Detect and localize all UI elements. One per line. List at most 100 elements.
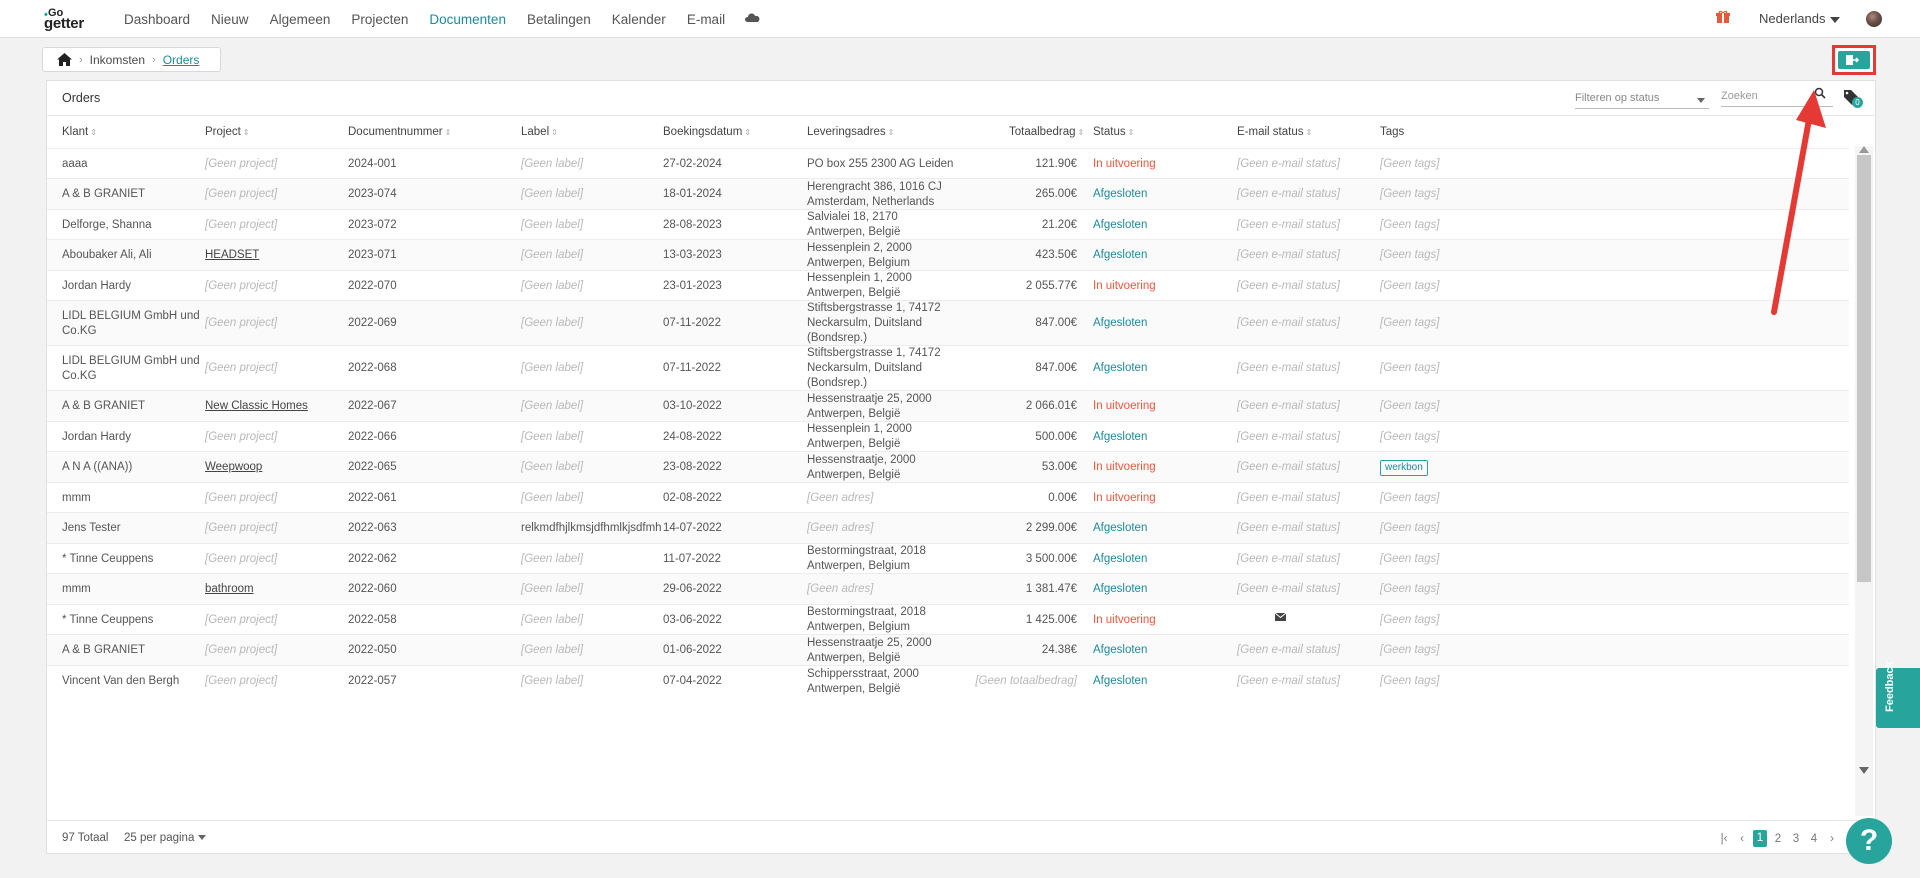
breadcrumb-orders[interactable]: Orders (163, 53, 200, 67)
cell-email-status: [Geen e-mail status] (1237, 317, 1340, 329)
cell-project: [Geen project] (205, 492, 278, 504)
sort-icon[interactable]: ⇕ (744, 128, 751, 137)
table-row[interactable]: A & B GRANIET [Geen project] 2022-050 [Geen… (47, 634, 1849, 665)
gogetter-logo[interactable]: • Go getter (44, 7, 100, 32)
nav-kalender[interactable]: Kalender (612, 12, 666, 27)
page-1[interactable]: 1 (1753, 830, 1767, 847)
avatar[interactable] (1866, 11, 1882, 27)
table-row[interactable]: LIDL BELGIUM GmbH und Co.KG [Geen project]… (47, 300, 1849, 345)
cell-project[interactable]: New Classic Homes (205, 399, 308, 414)
table-row[interactable]: aaaa [Geen project] 2024-001 [Geen label] 27… (47, 148, 1849, 178)
cell-project[interactable]: bathroom (205, 582, 254, 597)
table-row[interactable]: Vincent Van den Bergh [Geen project] 2022-… (47, 665, 1849, 696)
column-header-leveringsadres[interactable]: Leveringsadres ⇕ (807, 126, 894, 138)
cell-leveringsadres: Hessenstraatje, 2000 Antwerpen, België (807, 453, 916, 483)
feedback-tab[interactable]: Feedback (1876, 661, 1920, 728)
next-page-icon[interactable]: › (1825, 833, 1839, 845)
column-header-boekingsdatum[interactable]: Boekingsdatum ⇕ (663, 126, 751, 138)
page-4[interactable]: 4 (1807, 833, 1821, 845)
address-line: Antwerpen, Belgium (807, 257, 910, 269)
table-row[interactable]: * Tinne Ceuppens [Geen project] 2022-062 [G… (47, 543, 1849, 573)
page-2[interactable]: 2 (1771, 833, 1785, 845)
column-header-project[interactable]: Project ⇕ (205, 126, 250, 138)
table-row[interactable]: Aboubaker Ali, Ali HEADSET 2023-071 [Geen l… (47, 239, 1849, 270)
gift-icon[interactable] (1716, 10, 1730, 24)
table-row[interactable]: A N A ((ANA)) Weepwoop 2022-065 [Geen label… (47, 451, 1849, 482)
export-button[interactable] (1832, 45, 1876, 75)
cell-klant-line: Co.KG (62, 325, 97, 337)
breadcrumb-inkomsten[interactable]: Inkomsten (90, 53, 145, 67)
cell-leveringsadres: Hessenstraatje 25, 2000 Antwerpen, België (807, 636, 932, 666)
table-row[interactable]: A & B GRANIET New Classic Homes 2022-067 [G… (47, 390, 1849, 421)
scroll-down-icon[interactable] (1859, 767, 1869, 774)
sort-icon[interactable]: ⇕ (90, 128, 97, 137)
cell-label: [Geen label] (521, 675, 584, 687)
page-3[interactable]: 3 (1789, 833, 1803, 845)
sort-icon[interactable]: ⇕ (1305, 128, 1312, 137)
column-header-e-mail-status[interactable]: E-mail status ⇕ (1237, 126, 1312, 138)
cell-project[interactable]: HEADSET (205, 248, 259, 263)
cloud-icon[interactable] (744, 11, 762, 23)
per-page-select[interactable]: 25 per pagina (124, 832, 207, 844)
help-button[interactable]: ? (1846, 818, 1892, 864)
column-header-status[interactable]: Status ⇕ (1093, 126, 1134, 138)
table-row[interactable]: * Tinne Ceuppens [Geen project] 2022-058 [G… (47, 604, 1849, 634)
first-page-icon[interactable]: |‹ (1717, 833, 1731, 845)
nav-documenten[interactable]: Documenten (429, 12, 506, 27)
sort-icon[interactable]: ⇕ (888, 128, 895, 137)
table-row[interactable]: mmm bathroom 2022-060 [Geen label] 29-06-202… (47, 573, 1849, 604)
address-line: Hessenplein 1, 2000 (807, 272, 912, 284)
column-header-klant[interactable]: Klant ⇕ (62, 126, 97, 138)
table-row[interactable]: Jordan Hardy [Geen project] 2022-066 [Geen … (47, 421, 1849, 451)
mail-icon[interactable] (1275, 613, 1286, 621)
cell-boekingsdatum: 02-08-2022 (663, 492, 722, 504)
cell-leveringsadres: Hessenplein 2, 2000 Antwerpen, Belgium (807, 241, 912, 271)
cell-boekingsdatum: 23-01-2023 (663, 280, 722, 292)
table-row[interactable]: Jordan Hardy [Geen project] 2022-070 [Geen … (47, 270, 1849, 300)
cell-status: In uitvoering (1093, 158, 1156, 170)
nav-e-mail[interactable]: E-mail (687, 12, 725, 27)
nav-betalingen[interactable]: Betalingen (527, 12, 591, 27)
address-line: Antwerpen, België (807, 287, 901, 299)
home-icon[interactable] (57, 53, 72, 66)
language-selector[interactable]: Nederlands (1759, 11, 1840, 26)
address-line: Hessenplein 2, 2000 (807, 242, 912, 254)
nav-nieuw[interactable]: Nieuw (211, 12, 249, 27)
column-header-tags[interactable]: Tags (1380, 126, 1404, 138)
table-row[interactable]: Delforge, Shanna [Geen project] 2023-072 [G… (47, 209, 1849, 239)
nav-algemeen[interactable]: Algemeen (270, 12, 331, 27)
sort-icon[interactable]: ⇕ (1078, 128, 1085, 137)
column-header-documentnummer[interactable]: Documentnummer ⇕ (348, 126, 451, 138)
cell-label: [Geen label] (521, 280, 584, 292)
cell-project[interactable]: Weepwoop (205, 460, 262, 475)
sort-icon[interactable]: ⇕ (1128, 128, 1135, 137)
cell-label: [Geen label] (521, 362, 584, 374)
nav-dashboard[interactable]: Dashboard (124, 12, 190, 27)
scroll-up-icon[interactable] (1859, 146, 1869, 153)
cell-tags: [Geen tags] (1380, 644, 1440, 656)
table-row[interactable]: A & B GRANIET [Geen project] 2023-074 [Geen… (47, 178, 1849, 209)
table-row[interactable]: LIDL BELGIUM GmbH und Co.KG [Geen project]… (47, 345, 1849, 390)
address-line: Antwerpen, België (807, 438, 901, 450)
prev-page-icon[interactable]: ‹ (1735, 833, 1749, 845)
sort-icon[interactable]: ⇕ (243, 128, 250, 137)
column-header-totaalbedrag[interactable]: Totaalbedrag ⇕ (1009, 126, 1084, 138)
address-line: Stiftsbergstrasse 1, 74172 (807, 302, 941, 314)
cell-status: Afgesloten (1093, 583, 1148, 595)
cell-status: Afgesloten (1093, 249, 1148, 261)
sort-icon[interactable]: ⇕ (551, 128, 558, 137)
orders-card: Orders Filteren op status Zoeken 0 Klant… (46, 80, 1876, 854)
scroll-thumb[interactable] (1857, 155, 1871, 582)
cell-email-status: [Geen e-mail status] (1237, 158, 1340, 170)
nav-projecten[interactable]: Projecten (351, 12, 408, 27)
sort-icon[interactable]: ⇕ (445, 128, 452, 137)
cell-documentnummer: 2023-074 (348, 188, 397, 200)
cell-totaalbedrag: 3 500.00€ (1025, 553, 1077, 565)
table-row[interactable]: mmm [Geen project] 2022-061 [Geen label] 02-… (47, 482, 1849, 512)
table-scrollbar[interactable] (1855, 146, 1873, 816)
status-filter-select[interactable]: Filteren op status (1575, 89, 1709, 109)
column-header-label[interactable]: Label ⇕ (521, 126, 558, 138)
tag-chip[interactable]: werkbon (1380, 460, 1428, 476)
table-row[interactable]: Jens Tester [Geen project] 2022-063 relkmdf… (47, 512, 1849, 543)
cell-documentnummer: 2022-060 (348, 583, 397, 595)
